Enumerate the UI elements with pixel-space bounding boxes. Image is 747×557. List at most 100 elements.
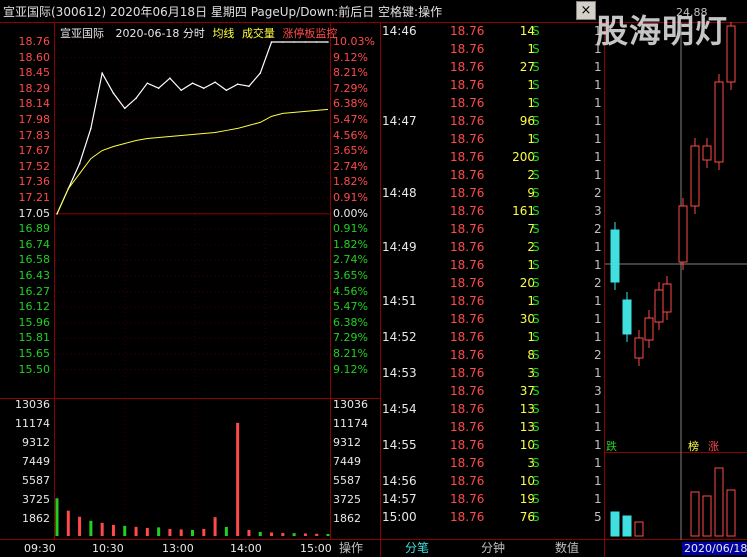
tick-volume: 76	[519, 510, 535, 524]
tick-row: 18.76 37 S 3	[380, 382, 605, 400]
price-point	[180, 89, 183, 92]
price-tick-left: 18.60	[18, 50, 51, 64]
tick-volume: 8	[527, 348, 535, 362]
price-tick-left: 17.52	[18, 159, 51, 173]
tick-side: S	[532, 186, 540, 200]
tick-volume: 30	[519, 312, 535, 326]
price-tick-right: 7.29%	[333, 331, 368, 345]
volume-bar	[123, 525, 127, 536]
tick-volume: 1	[527, 78, 535, 92]
volume-bar	[315, 533, 319, 536]
intraday-chart	[55, 36, 330, 536]
volume-bar	[236, 422, 240, 536]
volume-bar	[281, 532, 285, 536]
tick-volume: 1	[527, 42, 535, 56]
volume-tick-right: 7449	[333, 455, 361, 468]
price-point	[282, 41, 284, 43]
price-tick-left: 17.21	[18, 191, 51, 204]
tick-row: 18.76 1 S 1	[380, 130, 605, 148]
price-tick-left: 18.29	[18, 81, 51, 95]
kline-volume-bar	[726, 489, 736, 537]
tick-volume: 1	[527, 132, 535, 146]
tick-row: 14:52 18.76 1 S 1	[380, 328, 605, 346]
price-point	[157, 87, 160, 90]
price-point	[101, 72, 103, 74]
tick-row: 14:53 18.76 3 S 1	[380, 364, 605, 382]
tick-side: S	[532, 330, 540, 344]
tick-side: S	[532, 420, 540, 434]
price-tick-left: 15.65	[18, 347, 51, 360]
price-tick-right: 2.74%	[333, 159, 368, 173]
kline-candle	[690, 145, 700, 207]
window-title: 宣亚国际(300612) 2020年06月18日 星期四 PageUp/Down…	[3, 5, 443, 19]
tick-row: 18.76 161 S 3	[380, 202, 605, 220]
tick-time: 14:48	[382, 186, 417, 200]
right-axis-line	[330, 22, 331, 540]
tick-side: S	[532, 96, 540, 110]
price-tick-right: 0.91%	[333, 191, 368, 204]
kline-candle	[714, 81, 724, 163]
kline-volume-bar	[610, 511, 620, 537]
tick-side: S	[532, 222, 540, 236]
price-tick-right: 1.82%	[333, 175, 368, 189]
price-point	[191, 82, 194, 85]
close-button[interactable]: ×	[576, 1, 596, 20]
kline-volume-bar	[634, 521, 644, 537]
tick-time: 14:56	[382, 474, 417, 488]
volume-tick-right: 1862	[333, 512, 361, 525]
tick-side: S	[532, 492, 540, 506]
tab-value[interactable]: 数值	[550, 540, 584, 557]
price-tick-right: 5.47%	[333, 300, 368, 314]
kline-chart[interactable]	[605, 22, 747, 540]
price-point	[90, 127, 92, 130]
price-tick-right: 5.47%	[333, 113, 368, 126]
tick-row: 18.76 2 S 1	[380, 166, 605, 184]
price-point	[112, 92, 115, 95]
price-tick-left: 17.05	[18, 206, 51, 220]
price-point	[135, 97, 137, 100]
kline-candle	[678, 205, 688, 263]
volume-tick-right: 13036	[333, 398, 368, 411]
volume-bar	[145, 527, 149, 536]
price-tick-right: 4.56%	[333, 284, 368, 298]
kline-volume-bar	[702, 495, 712, 537]
tick-time: 14:49	[382, 240, 417, 254]
tick-side: S	[532, 510, 540, 524]
price-point	[304, 41, 307, 43]
tick-list-scrollbar[interactable]	[596, 26, 602, 536]
tab-ticks[interactable]: 分笔	[400, 540, 434, 557]
tick-side: S	[532, 42, 540, 56]
price-tick-right: 0.91%	[333, 222, 368, 236]
price-tick-left: 17.67	[18, 144, 51, 158]
price-tick-right: 9.12%	[333, 50, 368, 64]
time-tick: 13:00	[162, 542, 194, 555]
tick-side: S	[532, 294, 540, 308]
volume-tick-right: 9312	[333, 436, 361, 449]
tab-minute[interactable]: 分钟	[476, 540, 510, 557]
price-tick-left: 18.14	[18, 97, 51, 111]
tick-row: 14:49 18.76 2 S 1	[380, 238, 605, 256]
tab-operate[interactable]: 操作	[336, 540, 366, 557]
price-point	[315, 41, 318, 43]
tick-side: S	[532, 78, 540, 92]
price-point	[225, 89, 228, 92]
kline-candle	[634, 337, 644, 359]
tick-time: 14:53	[382, 366, 417, 380]
price-tick-left: 16.89	[18, 222, 51, 236]
label-rise: 涨	[708, 440, 719, 453]
volume-bar	[78, 516, 82, 536]
volume-bar	[213, 517, 217, 536]
kline-volume-bar	[622, 515, 632, 537]
volume-bar	[111, 524, 115, 536]
tick-side: S	[532, 402, 540, 416]
tick-side: S	[532, 348, 540, 362]
price-tick-right: 3.65%	[333, 269, 368, 282]
price-tick-right: 6.38%	[333, 97, 368, 111]
kline-date: 2020/06/18	[682, 542, 747, 555]
tick-time: 14:55	[382, 438, 417, 452]
tick-row: 18.76 13 S 1	[380, 418, 605, 436]
price-line	[56, 41, 328, 215]
tick-side: S	[532, 168, 540, 182]
time-tick: 10:30	[92, 542, 124, 555]
volume-bar	[224, 526, 228, 536]
